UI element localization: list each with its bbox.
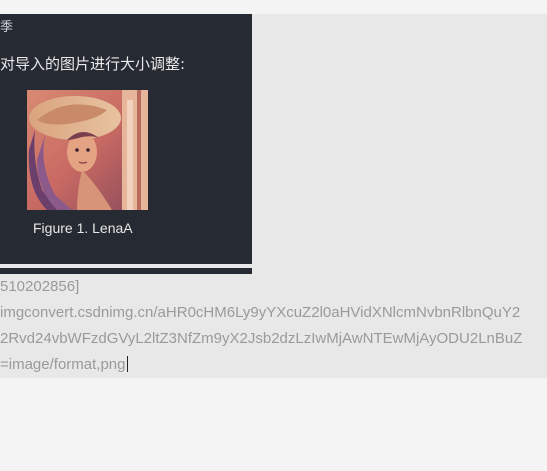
source-line-3: 2Rvd24vbWFzdGVyL2ltZ3NfZm9yX2Jsb2dzLzIwM…	[0, 330, 523, 347]
instruction-text: 对导入的图片进行大小调整:	[0, 55, 186, 73]
source-line-4-text: =image/format,png	[0, 356, 126, 373]
panel-divider	[0, 268, 252, 274]
text-cursor	[126, 356, 128, 372]
lena-image	[27, 90, 148, 210]
preview-panel: 季 对导入的图片进行大小调整: Figure 1. LenaA	[0, 14, 252, 264]
figure-caption: Figure 1. LenaA	[33, 220, 133, 236]
source-line-4: =image/format,png	[0, 356, 547, 374]
partial-heading: 季	[0, 19, 14, 34]
source-line-2: imgconvert.csdnimg.cn/aHR0cHM6Ly9yYXcuZ2…	[0, 304, 521, 321]
source-line-1: 510202856]	[0, 278, 80, 295]
